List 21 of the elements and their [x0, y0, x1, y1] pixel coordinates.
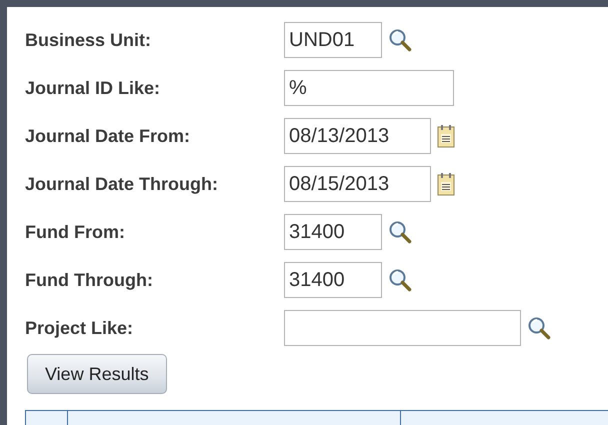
input-field[interactable]: 08/15/2013	[284, 166, 431, 202]
input-field[interactable]: 31400	[284, 214, 382, 250]
field-label: Journal ID Like:	[25, 78, 162, 98]
search-icon[interactable]	[388, 28, 412, 52]
calendar-icon[interactable]	[437, 172, 455, 196]
input-field[interactable]: UND01	[284, 22, 382, 58]
field-label: Journal Date From:	[25, 126, 192, 146]
calendar-icon[interactable]	[437, 124, 455, 148]
view-results-button[interactable]: View Results	[27, 354, 167, 394]
search-icon[interactable]	[527, 316, 551, 340]
field-label: Fund From:	[25, 222, 126, 242]
input-field[interactable]	[284, 310, 521, 346]
search-icon[interactable]	[388, 220, 412, 244]
field-label: Project Like:	[25, 318, 134, 338]
search-icon[interactable]	[388, 268, 412, 292]
input-field[interactable]: 08/13/2013	[284, 118, 431, 154]
field-label: Journal Date Through:	[25, 174, 219, 194]
field-label: Fund Through:	[25, 270, 154, 290]
input-field[interactable]: 31400	[284, 262, 382, 298]
field-label: Business Unit:	[25, 30, 152, 50]
input-field[interactable]: %	[284, 70, 454, 106]
